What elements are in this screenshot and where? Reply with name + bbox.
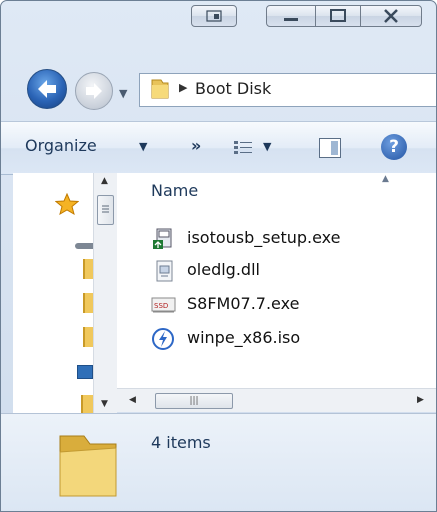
favorites-star-icon[interactable] bbox=[55, 193, 79, 215]
scroll-up-arrow-icon[interactable]: ▲ bbox=[101, 176, 108, 186]
forward-button[interactable] bbox=[75, 72, 113, 110]
recent-pages-dropdown-icon[interactable]: ▼ bbox=[119, 87, 127, 100]
view-options-dropdown-icon[interactable]: ▼ bbox=[263, 140, 271, 153]
scrollbar-thumb[interactable] bbox=[97, 195, 114, 225]
breadcrumb-boot-disk[interactable]: Boot Disk bbox=[195, 79, 271, 98]
folder-icon bbox=[59, 435, 117, 497]
explorer-window: ▼ ▶ Boot Disk Organize ▼ » ▼ ? ▲ ▼ ▲ Nam… bbox=[0, 0, 437, 512]
svg-text:SSD: SSD bbox=[154, 302, 168, 310]
horizontal-scrollbar[interactable]: ◀ ||| ▶ bbox=[117, 388, 436, 412]
drive-icon[interactable] bbox=[75, 243, 93, 249]
name-column-header[interactable]: Name bbox=[151, 181, 198, 200]
installer-icon bbox=[153, 228, 172, 249]
dll-icon bbox=[156, 260, 173, 282]
forward-arrow-icon bbox=[86, 83, 102, 99]
grip-icon bbox=[102, 205, 109, 213]
more-commands-chevron-icon[interactable]: » bbox=[191, 136, 201, 155]
file-name: oledlg.dll bbox=[187, 260, 260, 279]
scroll-right-arrow-icon[interactable]: ▶ bbox=[417, 395, 424, 405]
ssd-exe-icon: SSD bbox=[151, 297, 176, 313]
file-name: S8FM07.7.exe bbox=[187, 294, 300, 313]
organize-button[interactable]: Organize bbox=[25, 136, 97, 155]
maximize-icon bbox=[330, 9, 346, 22]
close-icon bbox=[384, 9, 398, 23]
file-name: isotousb_setup.exe bbox=[187, 228, 341, 247]
organize-dropdown-icon[interactable]: ▼ bbox=[139, 140, 147, 153]
breadcrumb-separator-icon[interactable]: ▶ bbox=[179, 81, 187, 94]
minimize-icon bbox=[284, 18, 298, 21]
command-bar: Organize ▼ » ▼ ? bbox=[1, 121, 436, 175]
item-count: 4 items bbox=[151, 433, 211, 452]
switch-window-icon bbox=[206, 10, 222, 22]
preview-pane-icon[interactable] bbox=[319, 138, 341, 158]
close-button[interactable] bbox=[360, 5, 422, 27]
scroll-left-arrow-icon[interactable]: ◀ bbox=[129, 395, 136, 405]
window-switch-button[interactable] bbox=[191, 5, 237, 27]
scrollbar-thumb[interactable]: ||| bbox=[155, 393, 233, 409]
change-view-icon[interactable] bbox=[233, 140, 253, 156]
minimize-button[interactable] bbox=[266, 5, 316, 27]
back-button[interactable] bbox=[27, 69, 67, 109]
help-icon[interactable]: ? bbox=[381, 134, 407, 160]
scroll-down-arrow-icon[interactable]: ▼ bbox=[101, 399, 108, 409]
navigation-scrollbar[interactable]: ▲ ▼ bbox=[93, 173, 117, 413]
navigation-pane bbox=[13, 173, 95, 413]
iso-icon bbox=[152, 328, 174, 350]
back-arrow-icon bbox=[38, 80, 56, 98]
file-name: winpe_x86.iso bbox=[187, 328, 301, 347]
maximize-button[interactable] bbox=[315, 5, 361, 27]
folder-icon bbox=[151, 79, 169, 99]
computer-icon[interactable] bbox=[77, 365, 93, 379]
sort-ascending-icon: ▲ bbox=[382, 174, 389, 184]
